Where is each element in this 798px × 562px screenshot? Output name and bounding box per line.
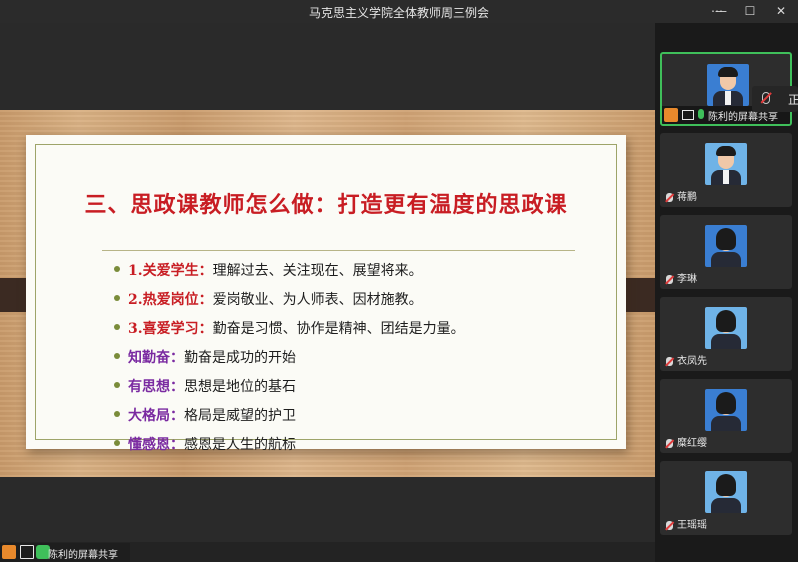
bullet-dot-icon [114, 295, 120, 301]
bullet-dot-icon [114, 411, 120, 417]
participant-name: 王瑶瑶 [677, 520, 707, 531]
bullet-item: 知勤奋：勤奋是成功的开始 [114, 344, 594, 373]
bullet-keyword: 大格局： [128, 408, 184, 424]
participant-tile[interactable]: 衣凤先 [660, 297, 792, 371]
bullet-text: 格局是威望的护卫 [184, 408, 296, 424]
presentation-slide: 三、思政课教师怎么做：打造更有温度的思政课 1.关爱学生：理解过去、关注现在、展… [0, 110, 655, 477]
avatar [705, 471, 747, 513]
bullet-text: 勤奋是习惯、协作是精神、团结是力量。 [212, 321, 465, 337]
mic-muted-icon [666, 438, 673, 448]
bullet-dot-icon [114, 353, 120, 359]
mic-muted-icon [666, 192, 673, 202]
bullet-dot-icon [114, 324, 120, 330]
avatar [707, 64, 749, 106]
bullet-keyword: 1.关爱学生： [128, 263, 213, 279]
mic-muted-icon[interactable] [762, 92, 770, 104]
bullet-text: 思想是地位的基石 [184, 379, 296, 395]
shared-screen-area: 三、思政课教师怎么做：打造更有温度的思政课 1.关爱学生：理解过去、关注现在、展… [0, 23, 655, 542]
mic-on-icon [698, 109, 704, 119]
bullet-list: 1.关爱学生：理解过去、关注现在、展望将来。 2.热爱岗位：爱岗敬业、为人师表、… [114, 257, 594, 460]
bullet-item: 懂感恩：感恩是人生的航标 [114, 431, 594, 460]
bullet-item: 2.热爱岗位：爱岗敬业、为人师表、因材施教。 [114, 286, 594, 315]
title-divider [102, 250, 575, 251]
share-label-text: 陈利的屏幕共享 [48, 550, 118, 561]
avatar [705, 225, 747, 267]
bullet-dot-icon [114, 382, 120, 388]
meeting-window: 马克思主义学院全体教师周三例会 ⋯ — ☐ ✕ 三、思政课教师怎么做：打造更有温… [0, 0, 798, 562]
bullet-text: 理解过去、关注现在、展望将来。 [212, 263, 423, 279]
participant-tile[interactable]: 蒋鹏 [660, 133, 792, 207]
bullet-dot-icon [114, 266, 120, 272]
bullet-item: 1.关爱学生：理解过去、关注现在、展望将来。 [114, 257, 594, 286]
bullet-text: 爱岗敬业、为人师表、因材施教。 [212, 292, 423, 308]
title-bar: 马克思主义学院全体教师周三例会 ⋯ — ☐ ✕ [0, 0, 798, 23]
slide-title: 三、思政课教师怎么做：打造更有温度的思政课 [84, 192, 568, 218]
bullet-text: 勤奋是成功的开始 [184, 350, 296, 366]
speaker-popover[interactable]: 正 [752, 86, 798, 112]
bullet-keyword: 懂感恩： [128, 437, 184, 453]
bullet-item: 有思想：思想是地位的基石 [114, 373, 594, 402]
host-user-icon [2, 545, 16, 559]
participant-tile[interactable]: 糜红缨 [660, 379, 792, 453]
bullet-text: 感恩是人生的航标 [184, 437, 296, 453]
participant-name: 蒋鹏 [677, 192, 697, 203]
participant-name: 糜红缨 [677, 438, 707, 449]
participant-name: 衣凤先 [677, 356, 707, 367]
participant-tile[interactable]: 李琳 [660, 215, 792, 289]
bullet-item: 3.喜爱学习：勤奋是习惯、协作是精神、团结是力量。 [114, 315, 594, 344]
mic-muted-icon [666, 520, 673, 530]
minimize-icon[interactable]: — [706, 0, 736, 23]
close-icon[interactable]: ✕ [766, 0, 796, 23]
slide-card: 三、思政课教师怎么做：打造更有温度的思政课 1.关爱学生：理解过去、关注现在、展… [26, 135, 626, 453]
mic-muted-icon [666, 274, 673, 284]
screen-share-icon [682, 110, 694, 120]
bullet-item: 大格局：格局是威望的护卫 [114, 402, 594, 431]
participant-tile[interactable]: 王瑶瑶 [660, 461, 792, 535]
participant-name: 李琳 [677, 274, 697, 285]
maximize-icon[interactable]: ☐ [735, 0, 765, 23]
popover-text: 正 [788, 93, 798, 107]
bullet-keyword: 有思想： [128, 379, 184, 395]
bullet-keyword: 3.喜爱学习： [128, 321, 213, 337]
host-user-icon [664, 108, 678, 122]
avatar [705, 307, 747, 349]
bullet-keyword: 2.热爱岗位： [128, 292, 213, 308]
screen-share-label[interactable]: 陈利的屏幕共享 [0, 543, 130, 562]
avatar [705, 143, 747, 185]
window-title: 马克思主义学院全体教师周三例会 [308, 6, 489, 20]
bullet-keyword: 知勤奋： [128, 350, 184, 366]
avatar [705, 389, 747, 431]
mic-muted-icon [666, 356, 673, 366]
bullet-dot-icon [114, 440, 120, 446]
screen-share-icon [20, 545, 34, 559]
